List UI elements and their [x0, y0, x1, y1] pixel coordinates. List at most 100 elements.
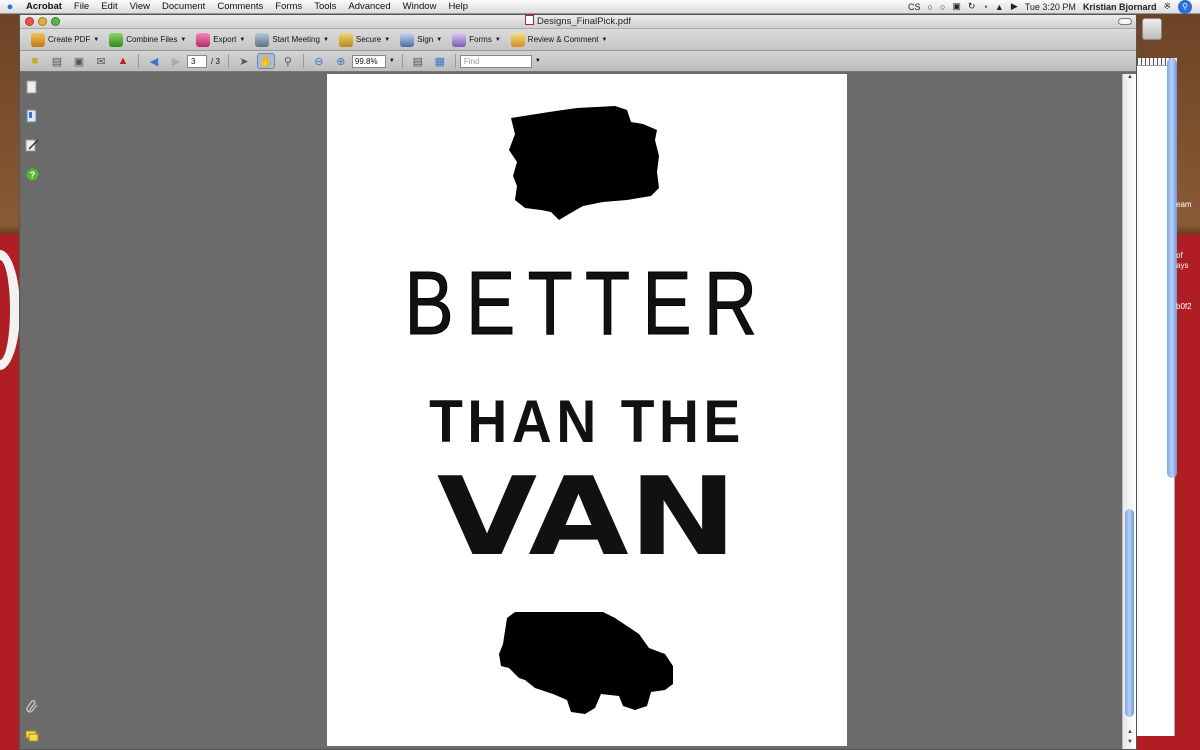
save-icon[interactable]: ▣ — [70, 53, 88, 69]
van-silhouette-illustration — [499, 612, 673, 714]
menu-edit[interactable]: Edit — [95, 1, 123, 12]
divider — [401, 54, 403, 68]
comment-icon — [510, 32, 525, 47]
divider — [227, 54, 229, 68]
hard-drive-icon[interactable] — [1142, 18, 1162, 40]
comments-icon[interactable] — [25, 729, 39, 743]
chat2-icon[interactable]: ○ — [940, 2, 945, 12]
toolbar-toggle-button[interactable] — [1118, 18, 1132, 25]
pdf-page: BETTER THAN THE VAN — [327, 74, 847, 746]
background-text: ays — [1176, 261, 1189, 270]
menubar: ● Acrobat File Edit View Document Commen… — [0, 0, 1200, 14]
menu-comments[interactable]: Comments — [211, 1, 269, 12]
display-icon[interactable]: ▣ — [952, 1, 961, 12]
user-name[interactable]: Kristian Bjornard — [1083, 2, 1157, 12]
scroll-down-icon[interactable]: ▼ — [1123, 739, 1137, 749]
creative-suite-icon[interactable]: CS — [908, 2, 921, 12]
email-icon[interactable]: ✉ — [92, 53, 110, 69]
forms-button[interactable]: Forms ▼ — [447, 31, 506, 49]
zoom-button[interactable] — [51, 17, 60, 26]
clock[interactable]: Tue 3:20 PM — [1025, 2, 1076, 12]
poster-title-line1: BETTER — [404, 254, 770, 354]
menu-tools[interactable]: Tools — [308, 1, 342, 12]
combine-files-label: Combine Files — [126, 35, 178, 44]
menu-help[interactable]: Help — [442, 1, 474, 12]
lock-icon — [338, 32, 353, 47]
menu-advanced[interactable]: Advanced — [342, 1, 396, 12]
start-meeting-button[interactable]: Start Meeting ▼ — [250, 31, 334, 49]
attachments-icon[interactable] — [25, 699, 39, 713]
navigation-toolbar: ■ ▤ ▣ ✉ ▲ ◀ ▶ 3 / 3 ➤ ✋ ⚲ ⊖ ⊕ 99.8% ▼ ▤ … — [20, 51, 1136, 72]
next-page-icon[interactable]: ▶ — [167, 53, 185, 69]
minimize-button[interactable] — [38, 17, 47, 26]
bookmarks-icon[interactable] — [25, 109, 39, 123]
pdf-file-icon — [525, 15, 534, 25]
sync-icon[interactable]: ↻ — [968, 1, 976, 12]
divider — [302, 54, 304, 68]
sign-label: Sign — [417, 35, 434, 44]
time-machine-icon[interactable]: ◔ — [982, 2, 987, 12]
title-bar[interactable]: Designs_FinalPick.pdf — [20, 15, 1136, 29]
export-button[interactable]: Export ▼ — [191, 31, 250, 49]
share-icon[interactable]: ▲ — [114, 53, 132, 69]
previous-page-icon[interactable]: ◀ — [145, 53, 163, 69]
zoom-in-icon[interactable]: ⊕ — [332, 53, 350, 69]
menu-view[interactable]: View — [124, 1, 156, 12]
background-text: of — [1176, 251, 1183, 260]
bluetooth-icon[interactable]: ※ — [1163, 1, 1171, 12]
spotlight-icon[interactable]: ⚲ — [1178, 0, 1192, 14]
zoom-dropdown-icon[interactable]: ▼ — [389, 58, 395, 64]
menu-window[interactable]: Window — [397, 1, 443, 12]
menu-file[interactable]: File — [68, 1, 95, 12]
fit-page-icon[interactable]: ▤ — [409, 53, 427, 69]
document-area[interactable]: BETTER THAN THE VAN — [44, 74, 1122, 749]
combine-files-button[interactable]: Combine Files ▼ — [104, 31, 191, 49]
background-text: b0f2 — [1176, 302, 1192, 311]
secure-button[interactable]: Secure ▼ — [334, 31, 395, 49]
poster-title-line3: VAN — [436, 455, 738, 580]
task-toolbar: Create PDF ▼ Combine Files ▼ Export ▼ Start… — [20, 29, 1136, 51]
hand-tool-icon[interactable]: ✋ — [256, 53, 275, 69]
select-tool-icon[interactable]: ➤ — [235, 53, 253, 69]
divider — [454, 54, 456, 68]
open-folder-icon[interactable]: ■ — [26, 53, 44, 69]
navigation-pane: ? — [20, 74, 44, 749]
full-screen-icon[interactable]: ▦ — [431, 53, 449, 69]
create-pdf-button[interactable]: Create PDF ▼ — [26, 31, 104, 49]
create-pdf-icon — [31, 32, 45, 47]
zoom-level-field[interactable]: 99.8% — [351, 54, 386, 68]
desktop-decoration — [0, 250, 20, 370]
signatures-icon[interactable] — [25, 138, 39, 152]
zoom-out-icon[interactable]: ⊖ — [310, 53, 328, 69]
apple-icon[interactable]: ● — [0, 1, 20, 13]
window-title: Designs_FinalPick.pdf — [20, 15, 1136, 29]
menu-app[interactable]: Acrobat — [20, 1, 68, 12]
acrobat-window: Designs_FinalPick.pdf Create PDF ▼ Combin… — [19, 14, 1137, 750]
help-icon[interactable]: ? — [25, 167, 39, 181]
review-comment-button[interactable]: Review & Comment ▼ — [506, 31, 613, 49]
sign-button[interactable]: Sign ▼ — [395, 31, 447, 49]
find-field[interactable]: Find — [459, 54, 532, 68]
svg-text:?: ? — [29, 170, 35, 180]
create-pdf-label: Create PDF — [48, 35, 91, 44]
page-number-field[interactable]: 3 — [187, 54, 207, 68]
rock-silhouette-illustration — [509, 106, 659, 220]
marquee-zoom-icon[interactable]: ⚲ — [279, 53, 297, 69]
pages-icon[interactable] — [25, 80, 39, 94]
scroll-up-bottom-icon[interactable]: ▲ — [1123, 729, 1137, 739]
menu-forms[interactable]: Forms — [269, 1, 308, 12]
poster-title-line2: THAN THE — [429, 388, 745, 455]
divider — [138, 54, 139, 68]
chat-icon[interactable]: ○ — [928, 2, 933, 12]
menu-document[interactable]: Document — [156, 1, 211, 12]
combine-files-icon — [109, 32, 124, 47]
wifi-icon[interactable]: ▲ — [995, 2, 1004, 12]
print-icon[interactable]: ▤ — [48, 53, 66, 69]
menubar-status-area: CS ○ ○ ▣ ↻ ◔ ▲ ▶ Tue 3:20 PM Kristian Bj… — [908, 0, 1200, 14]
volume-icon[interactable]: ▶ — [1011, 1, 1018, 12]
scroll-thumb[interactable] — [1125, 509, 1134, 717]
find-dropdown-icon[interactable]: ▼ — [535, 58, 541, 64]
close-button[interactable] — [25, 17, 34, 26]
scroll-up-icon[interactable]: ▲ — [1123, 74, 1137, 84]
vertical-scrollbar[interactable]: ▲ ▲ ▼ — [1122, 74, 1136, 749]
